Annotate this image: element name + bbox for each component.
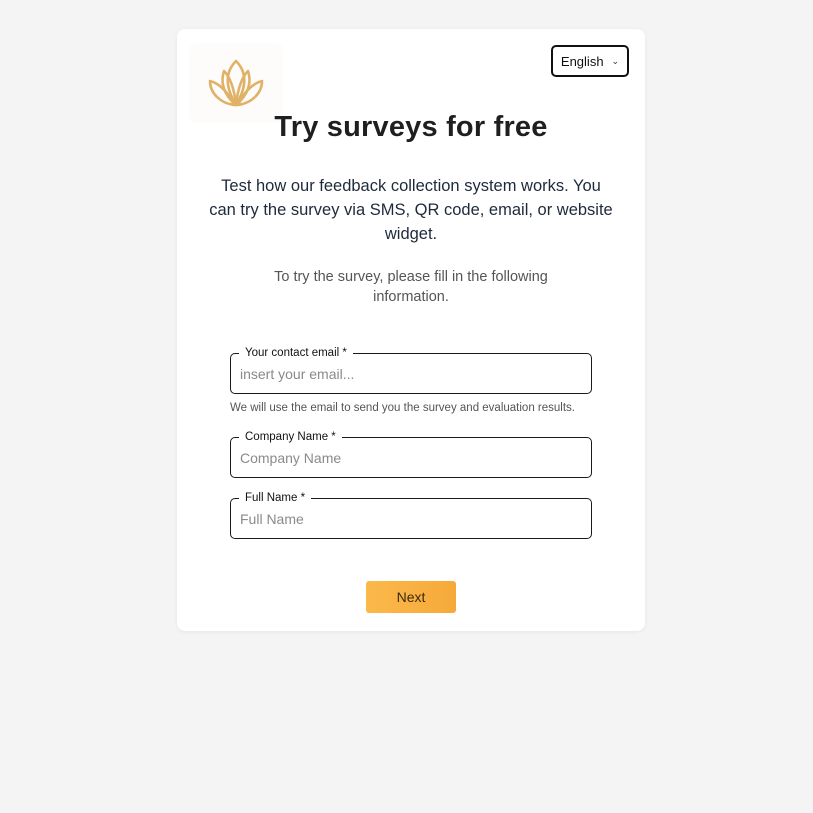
email-field-label: Your contact email *	[239, 345, 353, 361]
form-instructions: To try the survey, please fill in the fo…	[274, 269, 548, 305]
language-select[interactable]: English ⌄	[551, 45, 629, 77]
language-label: English	[560, 53, 604, 69]
full-name-label: Full Name *	[239, 490, 312, 506]
full-name-field: Full Name *	[230, 490, 592, 539]
company-name-field: Company Name *	[230, 429, 592, 478]
email-field: Your contact email *	[230, 345, 592, 394]
page-subtitle: Test how our feedback collection system …	[209, 177, 613, 243]
email-input[interactable]	[240, 363, 580, 385]
signup-card: English ⌄ Try surveys for free Test how …	[177, 29, 645, 631]
chevron-down-icon: ⌄	[611, 55, 620, 66]
next-button[interactable]: Next	[366, 581, 456, 613]
company-name-input[interactable]	[240, 447, 580, 469]
page-background: English ⌄ Try surveys for free Test how …	[0, 0, 813, 813]
company-name-label: Company Name *	[239, 429, 342, 445]
page-title: Try surveys for free	[274, 111, 548, 143]
full-name-input[interactable]	[240, 508, 580, 530]
email-helper-text: We will use the email to send you the su…	[230, 402, 575, 414]
